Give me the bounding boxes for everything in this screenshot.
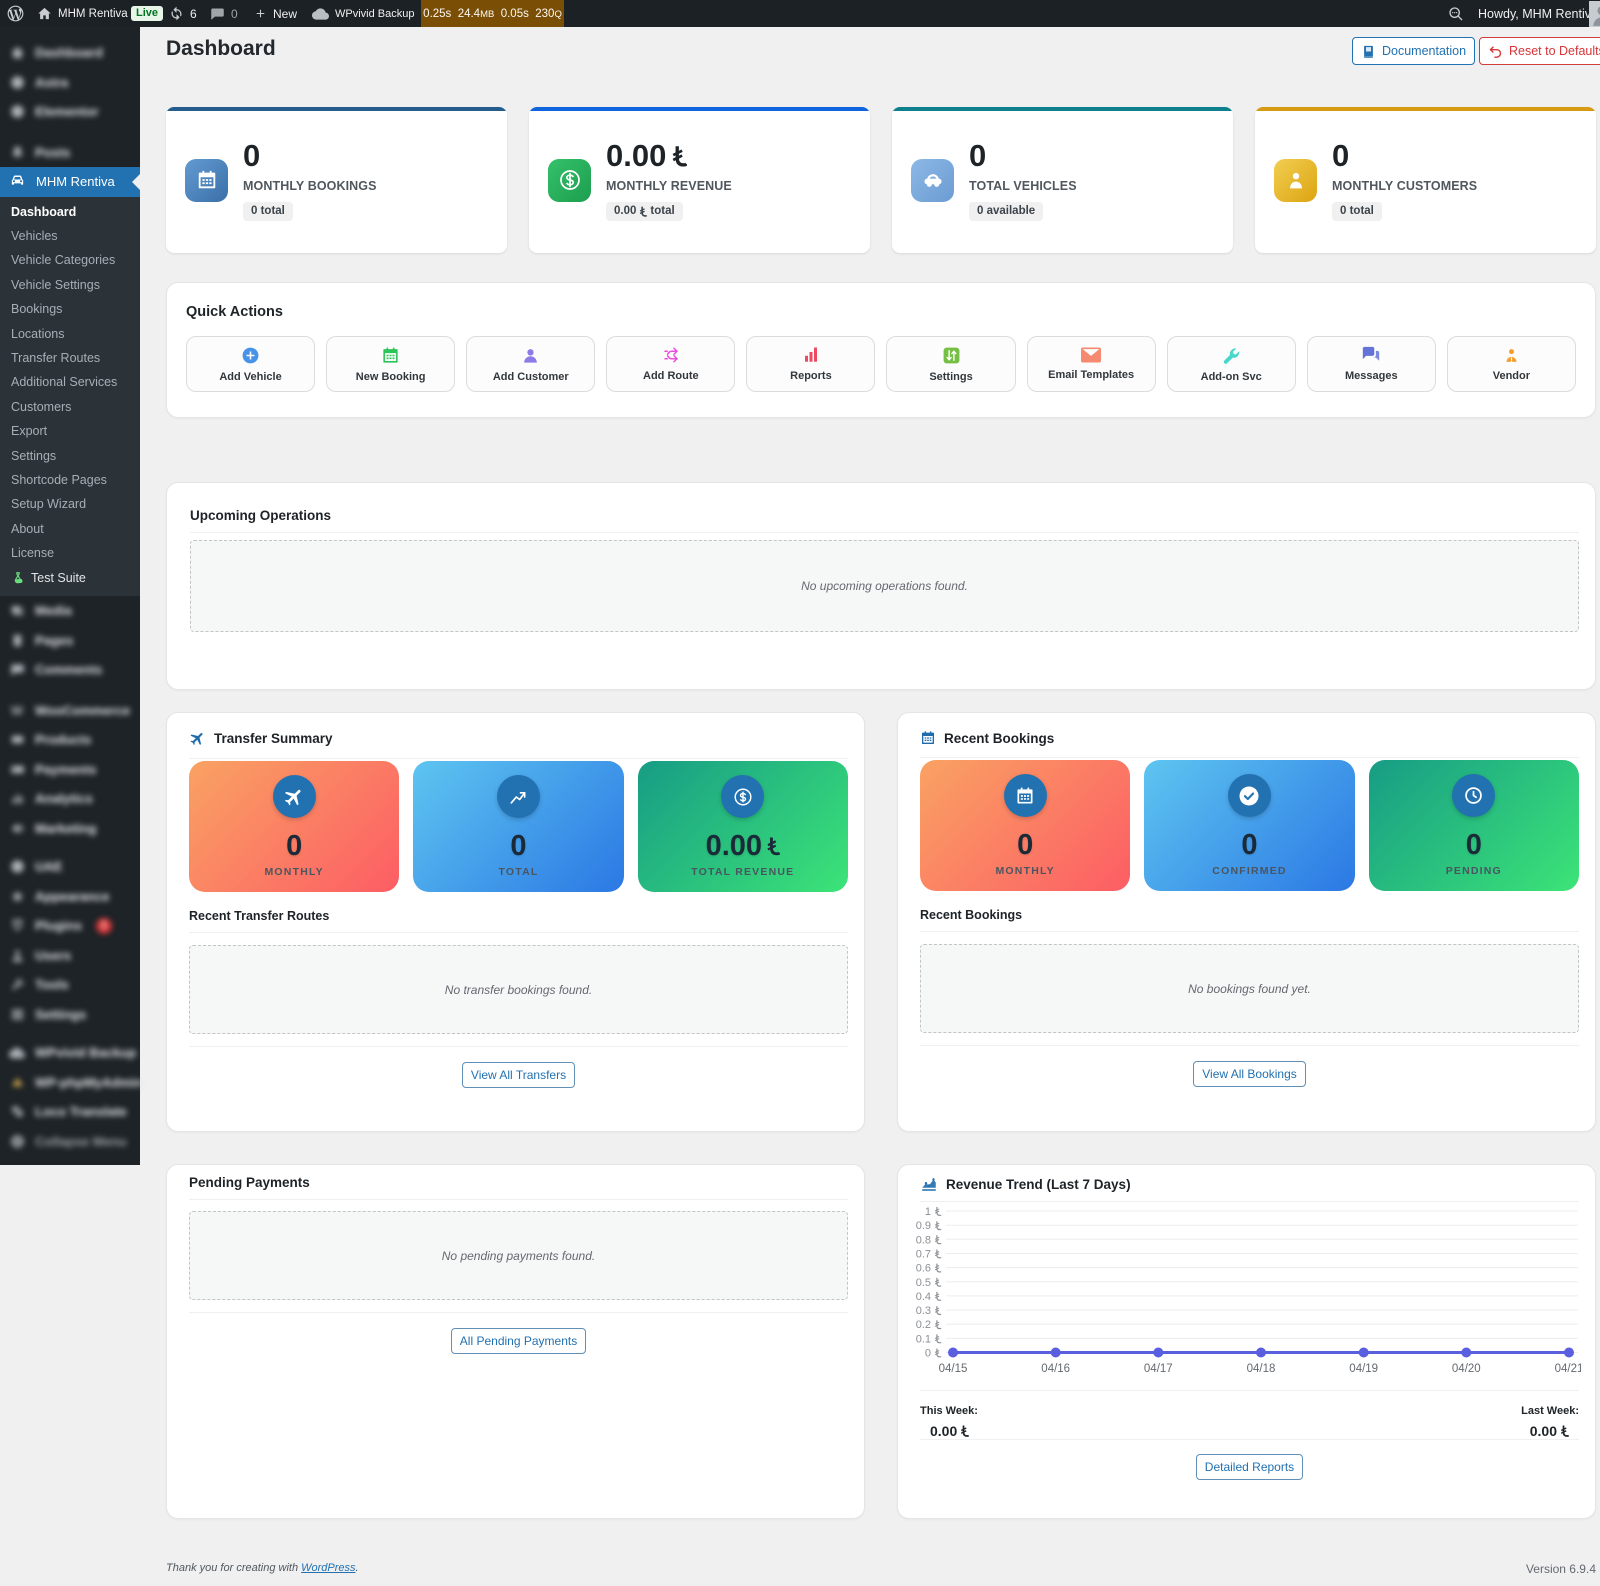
- svg-text:04/19: 04/19: [1349, 1363, 1378, 1375]
- svg-text:04/16: 04/16: [1041, 1363, 1070, 1375]
- svg-text:04/15: 04/15: [939, 1363, 968, 1375]
- svg-text:0.7: 0.7: [916, 1249, 931, 1261]
- svg-text:04/18: 04/18: [1247, 1363, 1276, 1375]
- svg-text:0.4: 0.4: [916, 1291, 931, 1303]
- svg-text:04/20: 04/20: [1452, 1363, 1481, 1375]
- svg-text:0.1: 0.1: [916, 1333, 931, 1345]
- svg-text:1: 1: [925, 1206, 931, 1218]
- svg-text:0.6: 0.6: [916, 1263, 931, 1275]
- svg-text:0.9: 0.9: [916, 1220, 931, 1232]
- svg-text:0: 0: [925, 1348, 931, 1360]
- svg-text:04/21: 04/21: [1555, 1363, 1581, 1375]
- svg-text:0.8: 0.8: [916, 1234, 931, 1246]
- svg-text:0.5: 0.5: [916, 1277, 931, 1289]
- svg-text:04/17: 04/17: [1144, 1363, 1173, 1375]
- svg-text:0.2: 0.2: [916, 1319, 931, 1331]
- svg-text:0.3: 0.3: [916, 1305, 931, 1317]
